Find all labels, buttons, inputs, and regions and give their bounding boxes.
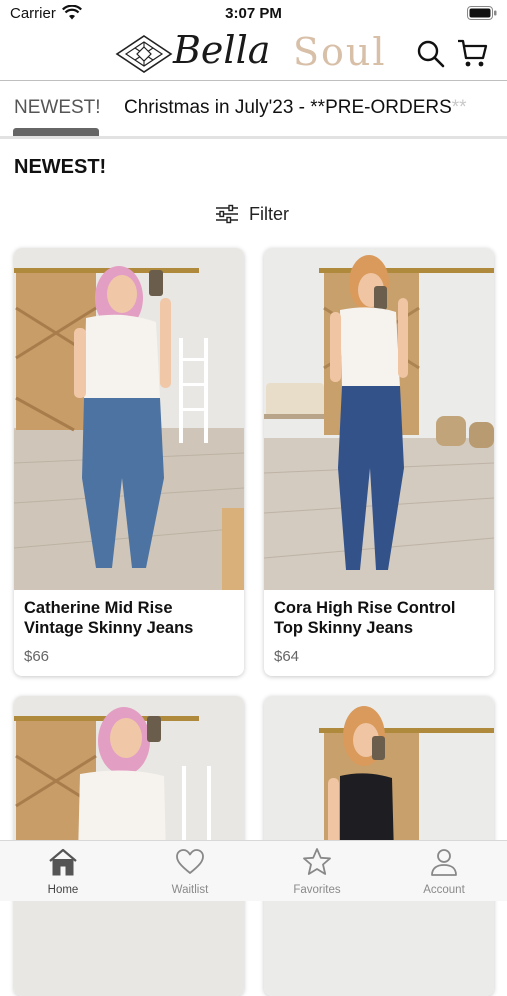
nav-waitlist-label: Waitlist: [171, 884, 209, 896]
nav-account[interactable]: Account: [381, 841, 507, 901]
battery-icon: [467, 6, 497, 20]
nav-home[interactable]: Home: [0, 841, 126, 901]
tab-christmas-label: Christmas in July'23 - **PRE-ORDERS: [124, 97, 452, 118]
product-photo: [264, 248, 494, 590]
brand-script: Bella: [173, 28, 271, 72]
status-time: 3:07 PM: [225, 5, 282, 22]
product-card[interactable]: Catherine Mid Rise Vintage Skinny Jeans …: [14, 248, 244, 676]
search-icon[interactable]: [416, 39, 446, 69]
person-icon: [431, 849, 457, 876]
product-price: $66: [24, 648, 50, 665]
tab-christmas-in-july[interactable]: Christmas in July'23 - **PRE-ORDERS**: [124, 97, 467, 119]
brand-logo[interactable]: Bella Soul: [115, 28, 395, 78]
cart-icon[interactable]: [456, 37, 488, 69]
sliders-icon: [216, 204, 238, 224]
category-tabs: NEWEST! Christmas in July'23 - **PRE-ORD…: [0, 81, 507, 136]
tab-newest[interactable]: NEWEST!: [14, 97, 101, 119]
product-card[interactable]: Cora High Rise Control Top Skinny Jeans …: [264, 248, 494, 676]
product-price: $64: [274, 648, 300, 665]
heart-icon: [176, 849, 204, 874]
nav-favorites-label: Favorites: [293, 884, 341, 896]
filter-button[interactable]: Filter: [215, 200, 289, 228]
nav-account-label: Account: [423, 884, 465, 896]
nav-favorites[interactable]: Favorites: [254, 841, 380, 901]
tab-christmas-label-tail: **: [451, 97, 467, 118]
product-photo: [14, 248, 244, 590]
product-name: Catherine Mid Rise Vintage Skinny Jeans: [24, 599, 194, 637]
tabs-divider: [0, 136, 507, 139]
app-header: Bella Soul: [0, 28, 507, 81]
bottom-tab-bar: Home Waitlist Favorites Account: [0, 840, 507, 901]
nav-home-label: Home: [47, 884, 79, 896]
home-icon: [49, 848, 77, 876]
section-title: NEWEST!: [14, 156, 107, 178]
brand-word: Soul: [293, 30, 387, 74]
product-name: Cora High Rise Control Top Skinny Jeans: [274, 599, 456, 637]
nav-waitlist[interactable]: Waitlist: [127, 841, 253, 901]
diamond-logo-icon: [115, 35, 173, 73]
status-bar: Carrier 3:07 PM: [0, 0, 507, 28]
filter-label: Filter: [249, 203, 289, 224]
star-icon: [303, 848, 331, 875]
active-tab-indicator: [13, 128, 99, 136]
